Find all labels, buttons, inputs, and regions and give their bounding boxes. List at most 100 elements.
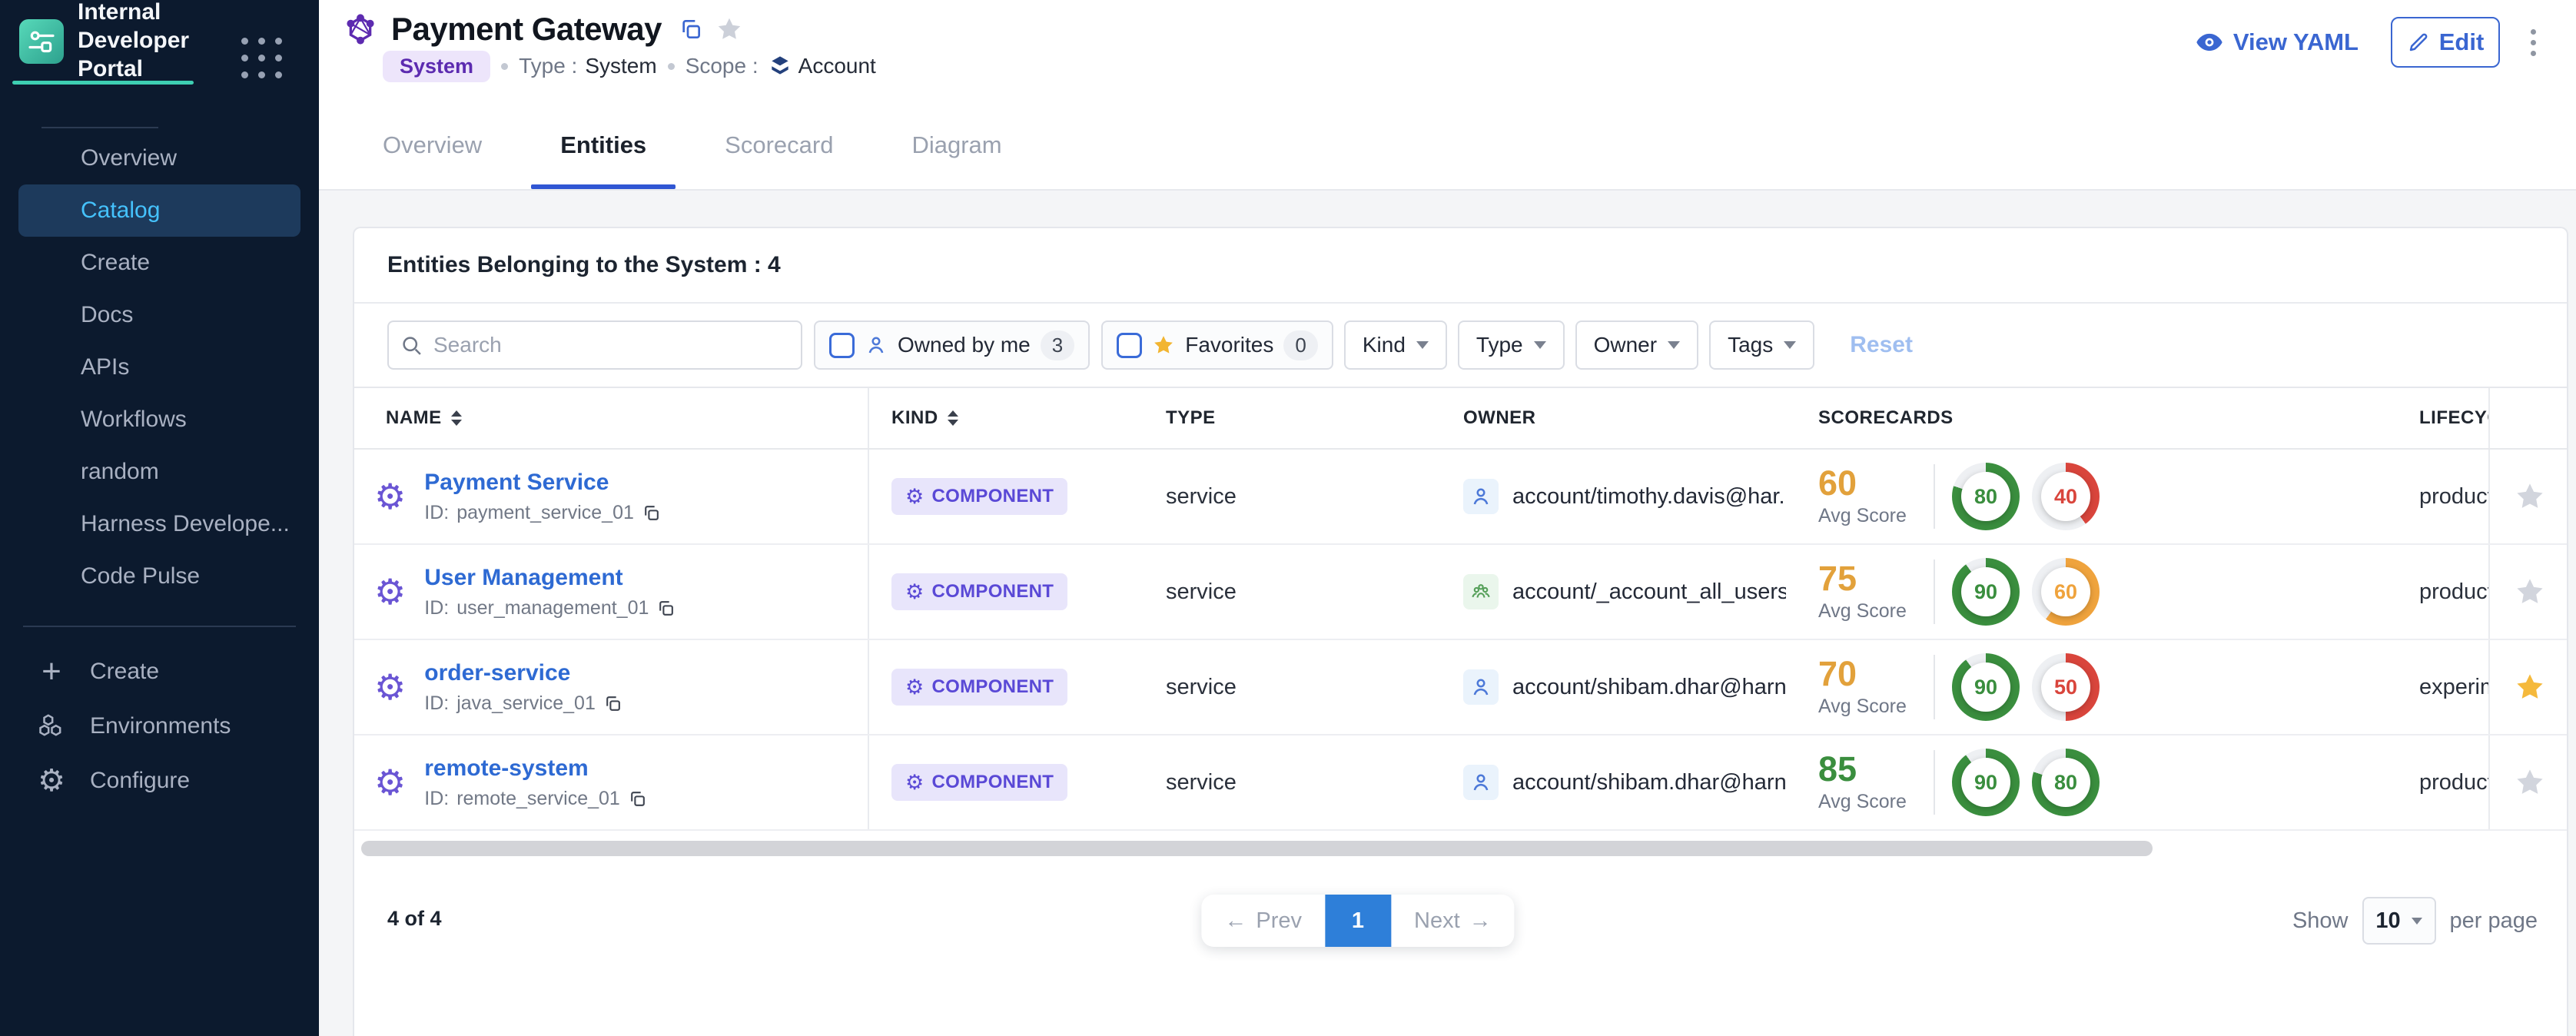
copy-id-icon[interactable] <box>603 694 622 713</box>
kind-badge: ⚙ COMPONENT <box>891 764 1067 801</box>
favorite-star-icon[interactable] <box>2514 576 2546 608</box>
sidebar-item-code-pulse[interactable]: Code Pulse <box>18 550 300 603</box>
horizontal-scrollbar[interactable] <box>361 841 2153 856</box>
copy-id-icon[interactable] <box>628 789 647 809</box>
more-options-icon[interactable] <box>2525 23 2542 62</box>
apps-grid-icon[interactable] <box>239 35 284 80</box>
type-label: Type : <box>519 54 577 78</box>
copy-id-icon[interactable] <box>656 599 676 618</box>
tab-entities[interactable]: Entities <box>531 101 676 189</box>
view-yaml-button[interactable]: View YAML <box>2195 28 2359 57</box>
next-page-button[interactable]: Next → <box>1391 895 1515 947</box>
chevron-down-icon <box>1534 341 1546 349</box>
owned-by-me-count: 3 <box>1041 330 1074 360</box>
owner-name: account/timothy.davis@har... <box>1512 484 1786 510</box>
sidebar-item-docs[interactable]: Docs <box>18 289 300 341</box>
avg-score-value: 85 <box>1818 752 1917 786</box>
sidebar-item-harness-develope-[interactable]: Harness Develope... <box>18 498 300 550</box>
component-gear-icon: ⚙ <box>374 765 406 800</box>
brand-underline <box>12 81 194 85</box>
favorite-star-icon[interactable] <box>2514 480 2546 513</box>
scorecards-cell: 70 Avg Score 90 50 <box>1786 640 2370 734</box>
score-gauge: 80 <box>2032 749 2100 816</box>
page-title: Payment Gateway <box>391 11 662 48</box>
column-header-name[interactable]: NAME <box>354 388 868 448</box>
harness-logo-icon <box>19 19 64 64</box>
kind-badge: ⚙ COMPONENT <box>891 573 1067 610</box>
favorites-checkbox[interactable] <box>1117 333 1142 358</box>
sidebar-item-workflows[interactable]: Workflows <box>18 393 300 446</box>
copy-icon[interactable] <box>679 17 703 42</box>
entity-id-prefix: ID: <box>424 692 449 715</box>
search-icon <box>400 334 423 357</box>
sidebar-item-random[interactable]: random <box>18 446 300 498</box>
type-cell: service <box>1121 640 1417 734</box>
kind-dropdown[interactable]: Kind <box>1344 320 1447 370</box>
entity-id-prefix: ID: <box>424 597 449 619</box>
favorite-star-icon[interactable] <box>715 15 743 43</box>
per-page-label: per page <box>2450 908 2538 934</box>
sidebar-item-create[interactable]: Create <box>18 237 300 289</box>
favorites-filter[interactable]: Favorites 0 <box>1101 320 1333 370</box>
sidebar: Internal Developer Portal OverviewCatalo… <box>0 0 319 1036</box>
table-row[interactable]: ⚙ User Management ID: user_management_01… <box>354 545 2567 640</box>
tags-dropdown[interactable]: Tags <box>1709 320 1814 370</box>
pencil-icon <box>2407 31 2430 54</box>
scope-label: Scope : <box>685 54 759 78</box>
tab-diagram[interactable]: Diagram <box>882 101 1031 189</box>
star-icon <box>1152 334 1175 357</box>
owner-dropdown[interactable]: Owner <box>1575 320 1698 370</box>
score-gauge: 90 <box>1952 653 2020 721</box>
edit-button[interactable]: Edit <box>2391 17 2500 68</box>
chevron-down-icon <box>1668 341 1680 349</box>
copy-id-icon[interactable] <box>642 503 661 523</box>
favorite-star-icon[interactable] <box>2514 671 2546 703</box>
entity-id: payment_service_01 <box>456 502 634 524</box>
page-header: Payment Gateway System Type : System Sco… <box>319 0 2576 191</box>
page-number-active[interactable]: 1 <box>1325 895 1391 947</box>
user-icon <box>865 334 888 357</box>
sidebar-item-overview[interactable]: Overview <box>18 132 300 184</box>
tab-overview[interactable]: Overview <box>354 101 511 189</box>
table-row[interactable]: ⚙ remote-system ID: remote_service_01 ⚙ … <box>354 735 2567 831</box>
entity-name-link[interactable]: User Management <box>424 565 676 591</box>
sidebar-item-configure[interactable]: ⚙ Configure <box>0 753 319 808</box>
pagination-pill: ← Prev 1 Next → <box>1201 895 1514 947</box>
avg-score-label: Avg Score <box>1818 791 1917 813</box>
favorite-star-icon[interactable] <box>2514 766 2546 799</box>
owned-by-me-filter[interactable]: Owned by me 3 <box>814 320 1090 370</box>
page-size-select[interactable]: 10 <box>2362 897 2436 945</box>
eye-icon <box>2195 28 2224 57</box>
sidebar-item-environments[interactable]: Environments <box>0 699 319 753</box>
entity-name-link[interactable]: Payment Service <box>424 470 661 496</box>
owned-by-me-checkbox[interactable] <box>829 333 855 358</box>
sidebar-item-create[interactable]: + Create <box>0 644 319 699</box>
lifecycle-cell: production <box>2370 735 2488 829</box>
sort-icon[interactable] <box>451 410 462 426</box>
lifecycle-cell: experimental <box>2370 640 2488 734</box>
entity-name-link[interactable]: order-service <box>424 660 622 686</box>
table-row[interactable]: ⚙ order-service ID: java_service_01 ⚙ CO… <box>354 640 2567 735</box>
table-row[interactable]: ⚙ Payment Service ID: payment_service_01… <box>354 450 2567 545</box>
avg-score-label: Avg Score <box>1818 505 1917 527</box>
sidebar-item-apis[interactable]: APIs <box>18 341 300 393</box>
show-label: Show <box>2292 908 2349 934</box>
column-header-favorite <box>2488 388 2570 448</box>
per-page-control: Show 10 per page <box>2292 896 2538 945</box>
main-content: Entities Belonging to the System : 4 <box>319 192 2576 1036</box>
scorecards-cell: 85 Avg Score 90 80 <box>1786 735 2370 829</box>
gear-icon: ⚙ <box>35 764 68 798</box>
prev-page-button[interactable]: ← Prev <box>1201 895 1325 947</box>
entity-name-link[interactable]: remote-system <box>424 755 647 782</box>
type-dropdown[interactable]: Type <box>1458 320 1565 370</box>
tab-scorecard[interactable]: Scorecard <box>695 101 862 189</box>
reset-filters-button[interactable]: Reset <box>1850 332 1913 358</box>
avg-score-value: 60 <box>1818 466 1917 500</box>
sidebar-item-catalog[interactable]: Catalog <box>18 184 300 237</box>
sort-icon[interactable] <box>948 410 958 426</box>
search-input[interactable] <box>387 320 802 370</box>
card-heading: Entities Belonging to the System : 4 <box>354 228 2567 304</box>
owner-user-icon <box>1463 479 1499 514</box>
column-header-kind[interactable]: KIND <box>868 388 1121 448</box>
score-gauge: 60 <box>2032 558 2100 626</box>
